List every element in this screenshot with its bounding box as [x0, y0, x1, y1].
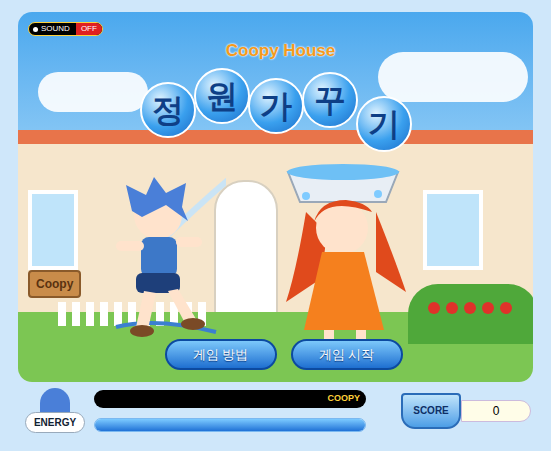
title-scene: CoopySOUNDOFFCoopy House정원가꾸기게임 방법게임 시작 — [18, 12, 533, 382]
window — [28, 190, 78, 270]
coopy-sign: Coopy — [28, 270, 81, 298]
sound-label: SOUND — [29, 25, 76, 33]
energy-label: ENERGY — [25, 412, 85, 433]
door — [214, 180, 278, 320]
menu-button[interactable]: 게임 방법 — [165, 339, 277, 371]
coopy-face-icon — [40, 388, 70, 412]
title-bubble: 가 — [248, 78, 304, 134]
status-bar: ENERGY COOPY SCORE 0 — [0, 382, 551, 433]
menu-buttons: 게임 방법 게임 시작 — [18, 339, 533, 383]
cloud — [378, 52, 528, 102]
sound-state: OFF — [76, 23, 102, 35]
name-bar: COOPY — [94, 390, 366, 408]
flowers — [428, 302, 512, 314]
flower-icon — [464, 302, 476, 314]
energy-bar — [94, 418, 366, 432]
energy-section: ENERGY — [20, 388, 90, 433]
game-window: CoopySOUNDOFFCoopy House정원가꾸기게임 방법게임 시작E… — [0, 0, 551, 451]
title-bubble: 꾸 — [302, 72, 358, 128]
flower-icon — [428, 302, 440, 314]
logo-title: 정원가꾸기 — [141, 64, 411, 152]
sound-dot-icon — [33, 27, 38, 32]
score-bucket: SCORE — [401, 393, 461, 429]
logo-subtitle: Coopy House — [226, 38, 336, 64]
bars: COOPY — [94, 390, 366, 432]
title-bubble: 기 — [356, 96, 412, 152]
player-name: COOPY — [327, 392, 360, 406]
score-value: 0 — [461, 400, 531, 422]
score-label: SCORE — [413, 403, 449, 418]
cloud — [38, 72, 148, 112]
flower-icon — [500, 302, 512, 314]
title-bubble: 정 — [140, 82, 196, 138]
logo: Coopy House정원가꾸기 — [18, 12, 533, 152]
boy-character-icon — [96, 177, 226, 347]
flower-icon — [446, 302, 458, 314]
flower-icon — [482, 302, 494, 314]
menu-button[interactable]: 게임 시작 — [291, 339, 403, 371]
sound-toggle[interactable]: SOUNDOFF — [28, 22, 103, 36]
score-section: SCORE 0 — [401, 393, 531, 429]
window — [423, 190, 483, 270]
title-bubble: 원 — [194, 68, 250, 124]
hedge — [408, 284, 533, 344]
energy-fill — [95, 419, 365, 431]
